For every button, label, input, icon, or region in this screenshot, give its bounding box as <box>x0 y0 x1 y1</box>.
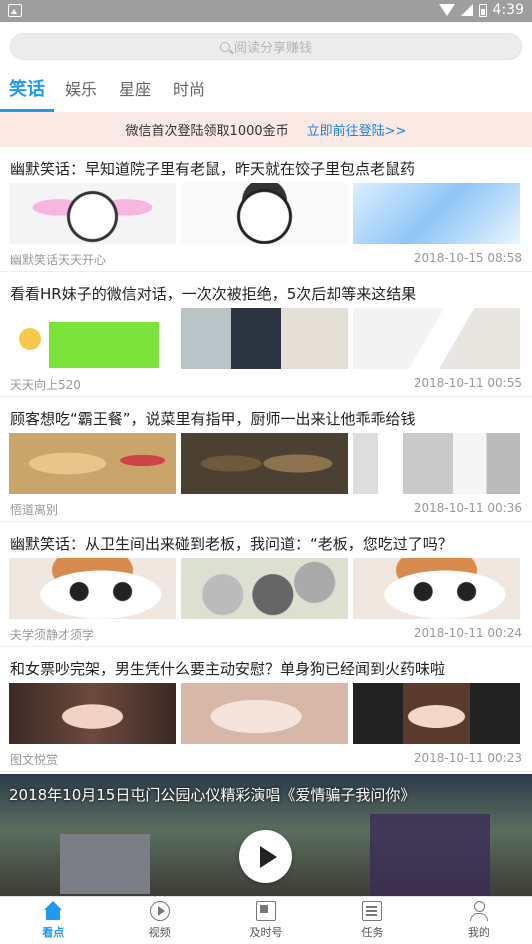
play-icon <box>259 845 277 868</box>
search-placeholder: 阅读分享赚钱 <box>233 41 312 56</box>
article-time: 2018-10-11 00:24 <box>413 626 522 640</box>
article-title: 幽默笑话：早知道院子里有老鼠，昨天就在饺子里包点老鼠药 <box>10 160 416 178</box>
article-meta: 夫学须静才须学 2018-10-11 00:24 <box>10 626 522 643</box>
home-icon <box>43 901 63 921</box>
nav-label: 任务 <box>361 926 384 939</box>
article-thumbnail <box>9 308 176 369</box>
article-source: 夫学须静才须学 <box>10 628 95 642</box>
article-thumbnail <box>353 558 520 619</box>
article-title: 幽默笑话：从卫生间出来碰到老板，我问道：“老板，您吃过了吗？ <box>10 535 453 553</box>
search-icon <box>219 41 230 52</box>
tab-jokes[interactable]: 笑话 <box>0 72 54 112</box>
tab-horoscope[interactable]: 星座 <box>108 72 162 112</box>
article-title: 看看HR妹子的微信对话，一次次被拒绝，5次后却等来这结果 <box>10 285 417 303</box>
wifi-icon <box>438 4 455 16</box>
article-meta: 悟道离别 2018-10-11 00:36 <box>10 501 522 518</box>
bottom-navigation: 看点 视频 及时号 任务 我的 <box>0 896 532 944</box>
article-thumbnail <box>181 683 348 744</box>
article-source: 悟道离别 <box>10 503 59 517</box>
status-bar: 4:39 <box>0 0 532 22</box>
article-time: 2018-10-11 00:36 <box>413 501 522 515</box>
nav-item-home[interactable]: 看点 <box>0 897 106 944</box>
nav-label: 看点 <box>42 926 65 939</box>
article-thumbnail <box>353 683 520 744</box>
video-thumbnail <box>370 814 490 898</box>
nav-item-tasks[interactable]: 任务 <box>319 897 425 944</box>
article-thumbnail <box>181 558 348 619</box>
article-meta: 天天向上520 2018-10-11 00:55 <box>10 376 522 393</box>
nav-item-profile[interactable]: 我的 <box>426 897 532 944</box>
article-meta: 幽默笑话天天开心 2018-10-15 08:58 <box>10 251 522 268</box>
article-time: 2018-10-11 00:23 <box>413 751 522 765</box>
article-thumbnails <box>9 683 520 744</box>
news-icon <box>256 901 277 921</box>
article-item[interactable]: 看看HR妹子的微信对话，一次次被拒绝，5次后却等来这结果 天天向上520 201… <box>0 272 532 397</box>
article-thumbnail <box>181 433 348 494</box>
article-thumbnail <box>181 308 348 369</box>
article-thumbnail <box>353 433 520 494</box>
article-item[interactable]: 幽默笑话：从卫生间出来碰到老板，我问道：“老板，您吃过了吗？ 夫学须静才须学 2… <box>0 522 532 647</box>
banner-message: 微信首次登陆领取1000金币 <box>125 124 289 139</box>
notification-icon <box>8 4 22 17</box>
article-thumbnails <box>9 308 520 369</box>
article-item[interactable]: 顾客想吃“霸王餐”，说菜里有指甲，厨师一出来让他乖乖给钱 悟道离别 2018-1… <box>0 397 532 522</box>
article-thumbnail <box>9 433 176 494</box>
article-feed: 幽默笑话：早知道院子里有老鼠，昨天就在饺子里包点老鼠药 幽默笑话天天开心 201… <box>0 147 532 772</box>
article-thumbnail <box>353 308 520 369</box>
video-title: 2018年10月15日屯门公园心仪精彩演唱《爱情骗子我问你》 <box>9 786 416 804</box>
nav-label: 及时号 <box>249 926 283 939</box>
search-bar[interactable]: 阅读分享赚钱 <box>10 33 522 60</box>
video-thumbnail <box>60 834 150 894</box>
profile-icon <box>469 901 489 921</box>
login-banner[interactable]: 微信首次登陆领取1000金币 立即前往登陆>> <box>0 112 532 147</box>
article-item[interactable]: 幽默笑话：早知道院子里有老鼠，昨天就在饺子里包点老鼠药 幽默笑话天天开心 201… <box>0 147 532 272</box>
video-icon <box>149 901 170 921</box>
article-thumbnail <box>181 183 348 244</box>
nav-label: 我的 <box>467 926 490 939</box>
nav-item-video[interactable]: 视频 <box>106 897 212 944</box>
article-thumbnail <box>353 183 520 244</box>
clock: 4:39 <box>492 2 524 18</box>
signal-icon <box>460 4 473 16</box>
article-thumbnail <box>9 683 176 744</box>
nav-label: 视频 <box>148 926 171 939</box>
article-time: 2018-10-15 08:58 <box>413 251 522 265</box>
article-thumbnail <box>9 558 176 619</box>
article-thumbnails <box>9 433 520 494</box>
play-button[interactable] <box>239 830 292 883</box>
article-item[interactable]: 和女票吵完架，男生凭什么要主动安慰？单身狗已经闻到火药味啦 图文悦赏 2018-… <box>0 647 532 772</box>
task-icon <box>362 901 383 921</box>
category-tabs: 笑话 娱乐 星座 时尚 <box>0 72 532 112</box>
article-source: 图文悦赏 <box>10 753 59 767</box>
article-source: 天天向上520 <box>10 378 81 392</box>
article-source: 幽默笑话天天开心 <box>10 253 107 267</box>
banner-login-link[interactable]: 立即前往登陆>> <box>307 120 407 139</box>
article-thumbnails <box>9 558 520 619</box>
battery-icon <box>478 3 487 17</box>
nav-item-news[interactable]: 及时号 <box>213 897 319 944</box>
article-title: 顾客想吃“霸王餐”，说菜里有指甲，厨师一出来让他乖乖给钱 <box>10 410 416 428</box>
article-time: 2018-10-11 00:55 <box>413 376 522 390</box>
tab-fashion[interactable]: 时尚 <box>162 72 216 112</box>
article-meta: 图文悦赏 2018-10-11 00:23 <box>10 751 522 768</box>
article-title: 和女票吵完架，男生凭什么要主动安慰？单身狗已经闻到火药味啦 <box>10 660 446 678</box>
tab-entertainment[interactable]: 娱乐 <box>54 72 108 112</box>
article-thumbnail <box>9 183 176 244</box>
status-icons: 4:39 <box>438 2 524 18</box>
article-thumbnails <box>9 183 520 244</box>
